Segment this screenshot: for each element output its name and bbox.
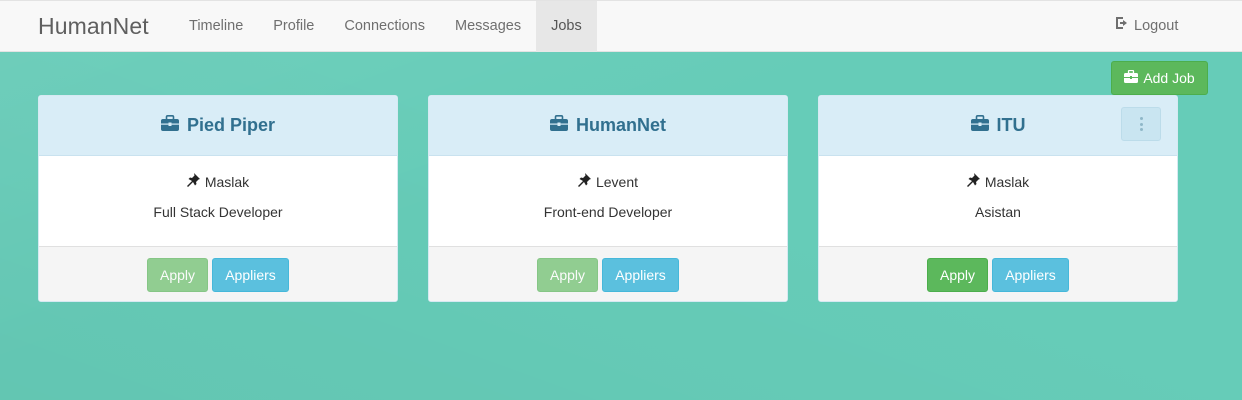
job-location-text: Maslak	[204, 173, 250, 190]
job-location: Levent	[429, 173, 787, 190]
job-card-footer: Apply Appliers	[819, 246, 1177, 301]
pushpin-icon	[186, 173, 200, 190]
job-position: Full Stack Developer	[153, 204, 283, 220]
logout-icon	[1115, 1, 1130, 52]
brand-logo[interactable]: HumanNet	[38, 13, 149, 40]
job-card-footer: Apply Appliers	[39, 246, 397, 301]
job-card-body: Maslak Full Stack Developer	[39, 156, 397, 246]
job-card-header: ITU	[819, 96, 1177, 156]
briefcase-icon	[970, 115, 989, 136]
appliers-button[interactable]: Appliers	[602, 258, 679, 292]
pushpin-icon	[966, 173, 980, 190]
job-card-header: Pied Piper	[39, 96, 397, 156]
job-company: ITU	[996, 115, 1026, 135]
briefcase-icon	[1124, 69, 1139, 86]
job-menu-button[interactable]	[1121, 107, 1161, 141]
nav-timeline[interactable]: Timeline	[174, 1, 258, 52]
job-card: ITU Maslak Asistan Apply Appliers	[818, 95, 1178, 302]
job-card-body: Maslak Asistan	[819, 156, 1177, 246]
logout-label: Logout	[1134, 18, 1179, 34]
job-card: HumanNet Levent Front-end Developer Appl…	[428, 95, 788, 302]
job-location-text: Levent	[595, 173, 639, 190]
job-company: HumanNet	[575, 115, 666, 135]
apply-button[interactable]: Apply	[147, 258, 208, 292]
nav-jobs[interactable]: Jobs	[536, 1, 597, 52]
job-card-body: Levent Front-end Developer	[429, 156, 787, 246]
briefcase-icon	[160, 115, 179, 136]
job-company: Pied Piper	[186, 115, 276, 135]
job-card-footer: Apply Appliers	[429, 246, 787, 301]
nav-messages[interactable]: Messages	[440, 1, 536, 52]
appliers-button[interactable]: Appliers	[992, 258, 1069, 292]
add-job-button[interactable]: Add Job	[1111, 61, 1208, 95]
apply-button[interactable]: Apply	[537, 258, 598, 292]
nav-connections[interactable]: Connections	[329, 1, 440, 52]
job-position: Asistan	[975, 204, 1021, 220]
apply-button[interactable]: Apply	[927, 258, 988, 292]
appliers-button[interactable]: Appliers	[212, 258, 289, 292]
top-navbar: HumanNet Timeline Profile Connections Me…	[0, 0, 1242, 52]
pushpin-icon	[577, 173, 591, 190]
job-location: Maslak	[819, 173, 1177, 190]
job-card: Pied Piper Maslak Full Stack Developer A…	[38, 95, 398, 302]
vertical-dots-icon	[1139, 117, 1143, 120]
job-location-text: Maslak	[984, 173, 1030, 190]
job-location: Maslak	[39, 173, 397, 190]
job-card-header: HumanNet	[429, 96, 787, 156]
nav-profile[interactable]: Profile	[258, 1, 329, 52]
briefcase-icon	[549, 115, 568, 136]
add-job-label: Add Job	[1143, 70, 1195, 86]
logout-link[interactable]: Logout	[1115, 1, 1178, 52]
job-position: Front-end Developer	[543, 204, 673, 220]
main-nav: Timeline Profile Connections Messages Jo…	[174, 1, 597, 52]
